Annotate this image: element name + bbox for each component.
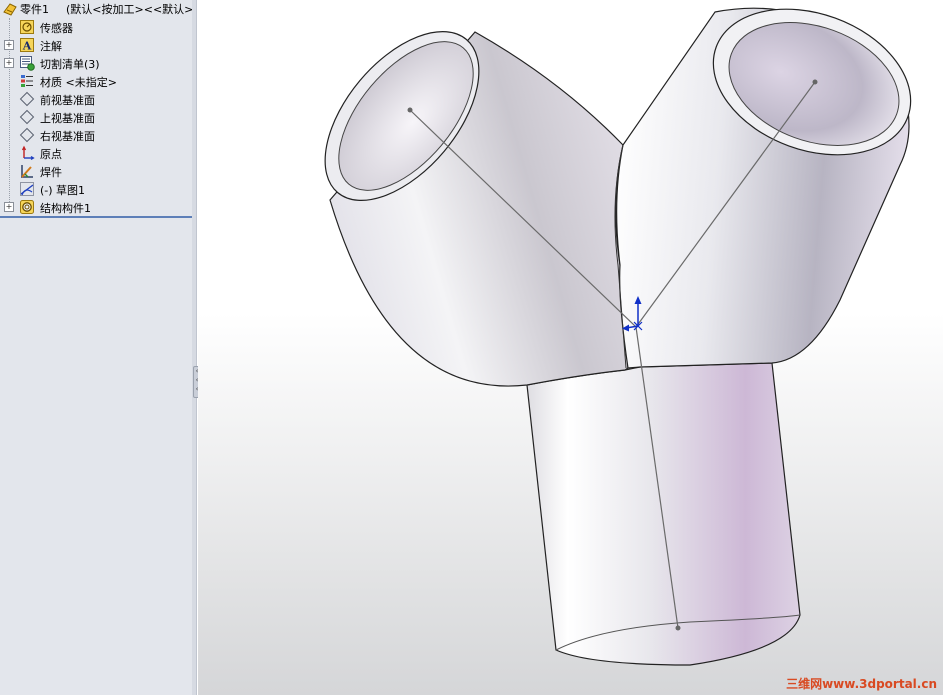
y-pipe-model[interactable] [198, 0, 943, 695]
right-plane-label: 右视基准面 [40, 130, 95, 143]
plane-icon [19, 109, 35, 125]
tree-item-front-plane[interactable]: 前视基准面 [0, 90, 192, 108]
part-configuration: (默认<按加工><<默认>_ [66, 3, 193, 16]
expand-annotations-icon[interactable]: + [4, 40, 14, 50]
expand-structural-member-icon[interactable]: + [4, 202, 14, 212]
front-plane-label: 前视基准面 [40, 94, 95, 107]
tree-item-top-plane[interactable]: 上视基准面 [0, 108, 192, 126]
watermark-text: 三维网www.3dportal.cn [786, 677, 937, 691]
bottom-pipe-body[interactable] [526, 362, 801, 666]
tree-item-sensors[interactable]: 传感器 [0, 18, 192, 36]
sensor-icon [19, 19, 35, 35]
material-icon [19, 73, 35, 89]
cut-list-label: 切割清单(3) [40, 58, 100, 71]
tree-item-annotations[interactable]: + A 注解 [0, 36, 192, 54]
part-icon [2, 1, 18, 17]
weldment-icon [19, 163, 35, 179]
expand-cut-list-icon[interactable]: + [4, 58, 14, 68]
tree-item-weldment[interactable]: 焊件 [0, 162, 192, 180]
svg-text:A: A [22, 40, 32, 53]
origin-label: 原点 [40, 148, 62, 161]
structural-member-icon [19, 199, 35, 215]
top-plane-label: 上视基准面 [40, 112, 95, 125]
annotation-label: 注解 [40, 40, 62, 53]
weldment-label: 焊件 [40, 166, 62, 179]
plane-icon [19, 127, 35, 143]
feature-manager-tree[interactable]: 零件1 (默认<按加工><<默认>_ 传感器 + A 注解 + 切割清单(3) … [0, 0, 193, 695]
tree-item-structural-member1[interactable]: + 结构构件1 [0, 198, 192, 216]
structural-member-label: 结构构件1 [40, 202, 91, 215]
annotation-icon: A [19, 37, 35, 53]
tree-item-right-plane[interactable]: 右视基准面 [0, 126, 192, 144]
tree-item-sketch1[interactable]: (-) 草图1 [0, 180, 192, 198]
tree-root-part[interactable]: 零件1 (默认<按加工><<默认>_ [0, 0, 192, 18]
cut-list-icon [19, 55, 35, 71]
graphics-viewport[interactable]: 三维网www.3dportal.cn [198, 0, 943, 695]
sensor-label: 传感器 [40, 22, 73, 35]
part-name: 零件1 [20, 3, 49, 16]
panel-splitter[interactable] [192, 0, 197, 695]
origin-icon [19, 145, 35, 161]
tree-separator [0, 216, 192, 218]
plane-icon [19, 91, 35, 107]
tree-item-material[interactable]: 材质 <未指定> [0, 72, 192, 90]
app-window: 零件1 (默认<按加工><<默认>_ 传感器 + A 注解 + 切割清单(3) … [0, 0, 943, 695]
sketch-icon [19, 181, 35, 197]
tree-item-origin[interactable]: 原点 [0, 144, 192, 162]
sketch1-label: (-) 草图1 [40, 184, 86, 197]
material-label: 材质 <未指定> [40, 76, 117, 89]
tree-item-cut-list[interactable]: + 切割清单(3) [0, 54, 192, 72]
